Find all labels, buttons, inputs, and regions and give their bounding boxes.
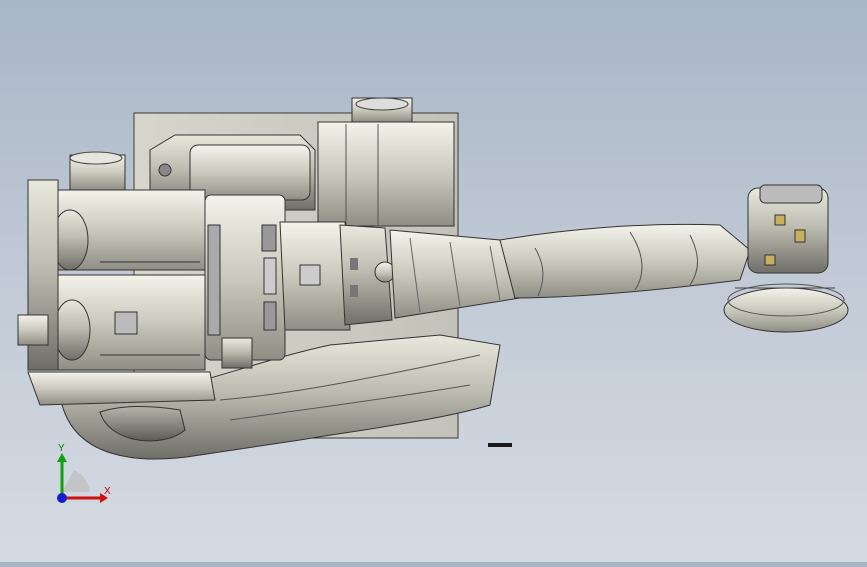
- motor-cap-top: [355, 97, 409, 111]
- gearbox-upper: [189, 144, 311, 201]
- y-axis-label: Y: [58, 443, 65, 454]
- tool-flange: [723, 287, 849, 333]
- motor-end-lower: [53, 299, 91, 361]
- z-axis-dot: [57, 493, 67, 503]
- robot-arm-model[interactable]: [0, 0, 867, 562]
- motor-housing: [317, 121, 455, 227]
- base-rail: [27, 371, 216, 406]
- cad-viewport[interactable]: X Y: [0, 0, 867, 562]
- triad-base-wedge: [62, 470, 90, 492]
- x-axis-label: X: [104, 486, 111, 497]
- forearm-tube: [499, 223, 751, 299]
